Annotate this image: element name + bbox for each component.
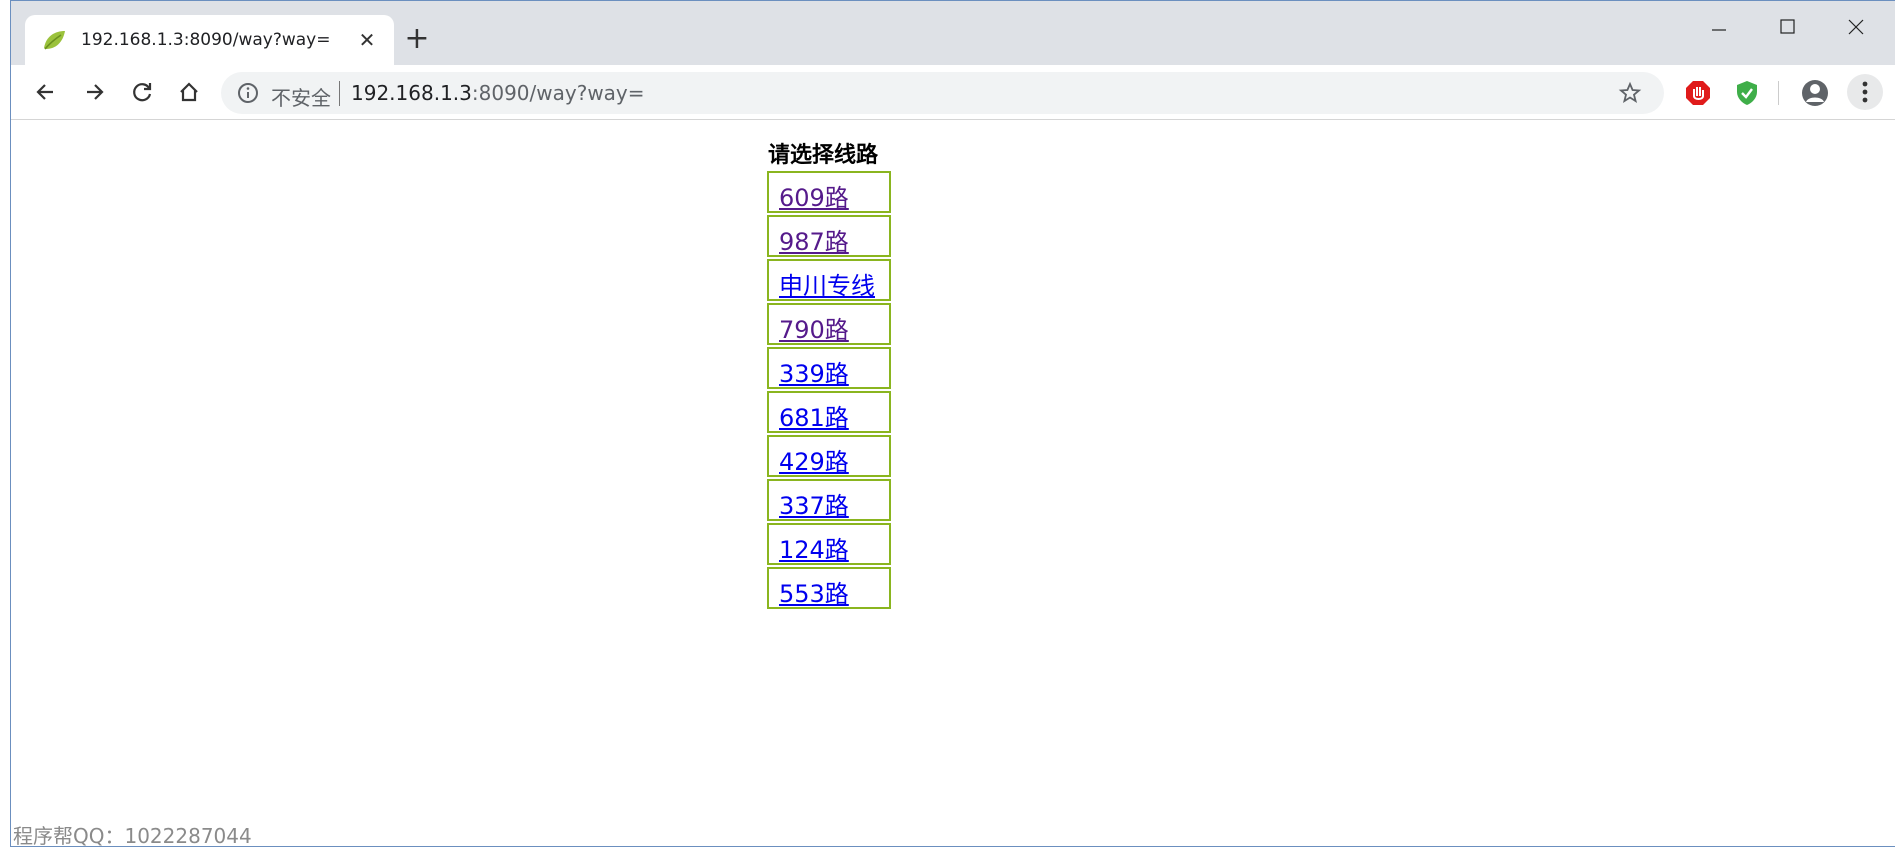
url-host: 192.168.1.3 — [351, 81, 472, 105]
route-list: 609路 987路申川专线 790路 339路 681路 429路 337路 124路 553路 — [767, 171, 891, 611]
profile-icon[interactable] — [1800, 78, 1830, 108]
security-label[interactable]: 不安全 — [271, 82, 331, 111]
route-item: 337路 — [767, 479, 891, 521]
minimize-icon[interactable] — [1701, 11, 1737, 41]
browser-toolbar: 不安全 192.168.1.3:8090/way?way= — [11, 65, 1895, 120]
route-link[interactable]: 790路 — [779, 310, 849, 345]
close-window-icon[interactable] — [1838, 11, 1874, 41]
route-link[interactable]: 申川专线 — [779, 266, 875, 301]
address-separator — [339, 81, 340, 106]
close-tab-icon[interactable]: ✕ — [356, 29, 378, 51]
route-link[interactable]: 681路 — [779, 398, 849, 433]
route-item: 553路 — [767, 567, 891, 609]
route-link[interactable]: 337路 — [779, 486, 849, 521]
route-link[interactable]: 124路 — [779, 530, 849, 565]
back-icon[interactable] — [31, 77, 61, 107]
route-item: 429路 — [767, 435, 891, 477]
route-item: 790路 — [767, 303, 891, 345]
url-text[interactable]: 192.168.1.3:8090/way?way= — [351, 81, 645, 105]
tab-active[interactable]: 192.168.1.3:8090/way?way= ✕ — [25, 15, 394, 65]
maximize-icon[interactable] — [1770, 11, 1806, 41]
route-item: 124路 — [767, 523, 891, 565]
leaf-icon — [41, 28, 67, 52]
route-link[interactable]: 609路 — [779, 178, 849, 213]
tab-strip: 192.168.1.3:8090/way?way= ✕ + — [11, 1, 1895, 65]
route-item: 339路 — [767, 347, 891, 389]
url-path: :8090/way?way= — [471, 81, 645, 105]
toolbar-divider — [1778, 81, 1779, 105]
info-icon[interactable] — [237, 82, 259, 104]
page-title: 请选择线路 — [768, 143, 879, 168]
route-link[interactable]: 339路 — [779, 354, 849, 389]
home-icon[interactable] — [174, 77, 204, 107]
address-bar[interactable]: 不安全 192.168.1.3:8090/way?way= — [221, 72, 1664, 114]
route-link[interactable]: 553路 — [779, 574, 849, 609]
route-link[interactable]: 987路 — [779, 222, 849, 257]
route-item: 681路 — [767, 391, 891, 433]
route-link[interactable]: 429路 — [779, 442, 849, 477]
watermark-text: 程序帮QQ：1022287044 — [13, 824, 252, 848]
forward-icon[interactable] — [79, 77, 109, 107]
reload-icon[interactable] — [127, 77, 157, 107]
browser-window: 192.168.1.3:8090/way?way= ✕ + 不安全 192.16… — [10, 0, 1895, 848]
stop-extension-icon[interactable] — [1684, 79, 1712, 107]
route-item: 987路 — [767, 215, 891, 257]
new-tab-button[interactable]: + — [401, 23, 433, 55]
route-item: 申川专线 — [767, 259, 891, 301]
star-icon[interactable] — [1618, 81, 1642, 105]
shield-extension-icon[interactable] — [1733, 79, 1761, 107]
tab-title: 192.168.1.3:8090/way?way= — [81, 30, 331, 50]
menu-icon[interactable] — [1847, 74, 1883, 110]
route-item: 609路 — [767, 171, 891, 213]
page-content: 请选择线路 609路 987路申川专线 790路 339路 681路 429路 337路 12… — [11, 120, 1895, 848]
